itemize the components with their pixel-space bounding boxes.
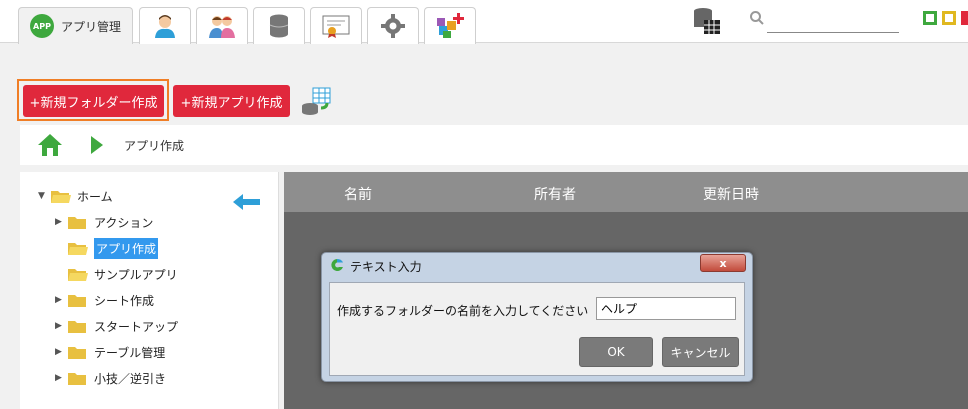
tree-item[interactable]: ▶ シート作成 [55,289,154,311]
gear-icon [381,14,405,38]
new-folder-button[interactable]: +新規フォルダー作成 [23,85,164,117]
expand-arrow-icon[interactable]: ▶ [55,347,65,357]
folder-open-icon [68,269,88,281]
search-icon [750,11,764,25]
tree-item-label: シート作成 [94,293,155,308]
folder-name-input[interactable] [596,297,736,320]
column-header-updated[interactable]: 更新日時 [703,184,759,204]
app-badge-icon: APP [29,14,54,38]
tree-item-label: アクション [94,215,154,230]
tree-item[interactable]: ▶ テーブル管理 [55,341,165,363]
tab-app-management[interactable]: APP アプリ管理 [18,7,133,44]
tab-users[interactable] [196,7,248,44]
user-icon [155,15,175,38]
text-input-dialog: テキスト入力 x 作成するフォルダーの名前を入力してください OK キャンセル [321,252,753,382]
folder-icon [68,347,86,359]
home-icon[interactable] [37,133,63,157]
folder-icon [68,321,86,333]
breadcrumb: アプリ作成 [20,125,968,165]
collapse-panel-arrow-icon[interactable] [233,193,261,211]
tree-item[interactable]: ▶ 小技／逆引き [55,367,166,389]
expand-arrow-icon[interactable]: ▶ [55,321,65,331]
users-icon [209,16,235,38]
tree-item[interactable]: サンプルアプリ [55,263,178,285]
new-app-button[interactable]: +新規アプリ作成 [173,85,290,117]
dialog-close-button[interactable]: x [700,254,746,272]
cancel-button[interactable]: キャンセル [662,337,739,367]
tab-settings[interactable] [367,7,419,44]
dialog-title-bar[interactable]: テキスト入力 x [322,253,752,277]
import-table-icon[interactable] [301,86,333,116]
certificate-icon [322,15,350,38]
tree-item[interactable]: ▶ スタートアップ [55,315,178,337]
folder-icon [68,373,86,385]
tree-label: ホーム [77,189,113,204]
expanded-arrow-icon[interactable]: ▼ [38,191,48,201]
tree-item-label: サンプルアプリ [94,267,178,282]
expand-arrow-icon[interactable]: ▶ [55,295,65,305]
folder-icon [68,295,86,307]
top-tab-bar: APP アプリ管理 [0,0,968,44]
column-header-owner[interactable]: 所有者 [534,184,576,204]
dialog-title: テキスト入力 [350,260,422,274]
tab-user[interactable] [139,7,191,44]
column-header-name[interactable]: 名前 [344,184,372,204]
search-input[interactable] [767,8,899,33]
dialog-prompt: 作成するフォルダーの名前を入力してください [337,304,589,318]
tree-item[interactable]: アプリ作成 [55,237,159,259]
tree-root[interactable]: ▼ ホーム [38,185,113,207]
expand-arrow-icon[interactable]: ▶ [55,373,65,383]
dialog-body: 作成するフォルダーの名前を入力してください OK キャンセル [329,282,745,376]
tab-label: アプリ管理 [60,19,121,34]
tab-database[interactable] [253,7,305,44]
database-grid-icon[interactable] [692,6,722,36]
folder-icon [68,217,86,229]
green-square-icon[interactable] [923,11,937,25]
grid-header: 名前 所有者 更新日時 [284,172,968,212]
red-square-icon[interactable] [961,11,968,25]
chevron-right-icon [91,136,103,154]
breadcrumb-current[interactable]: アプリ作成 [124,137,184,154]
tree-item-label: スタートアップ [94,319,179,334]
tab-certificate[interactable] [310,7,362,44]
folder-open-icon [68,243,88,255]
tree-item-label: アプリ作成 [94,237,159,259]
tab-add-blocks[interactable] [424,7,476,44]
tree-item-label: テーブル管理 [94,345,166,360]
ok-button[interactable]: OK [579,337,653,367]
expand-arrow-icon[interactable]: ▶ [55,217,65,227]
tree-item[interactable]: ▶ アクション [55,211,153,233]
yellow-square-icon[interactable] [942,11,956,25]
folder-open-icon [51,191,71,203]
blocks-add-icon [437,13,464,38]
tree-item-label: 小技／逆引き [94,371,167,386]
app-logo-icon [331,258,343,271]
database-icon [269,14,289,38]
